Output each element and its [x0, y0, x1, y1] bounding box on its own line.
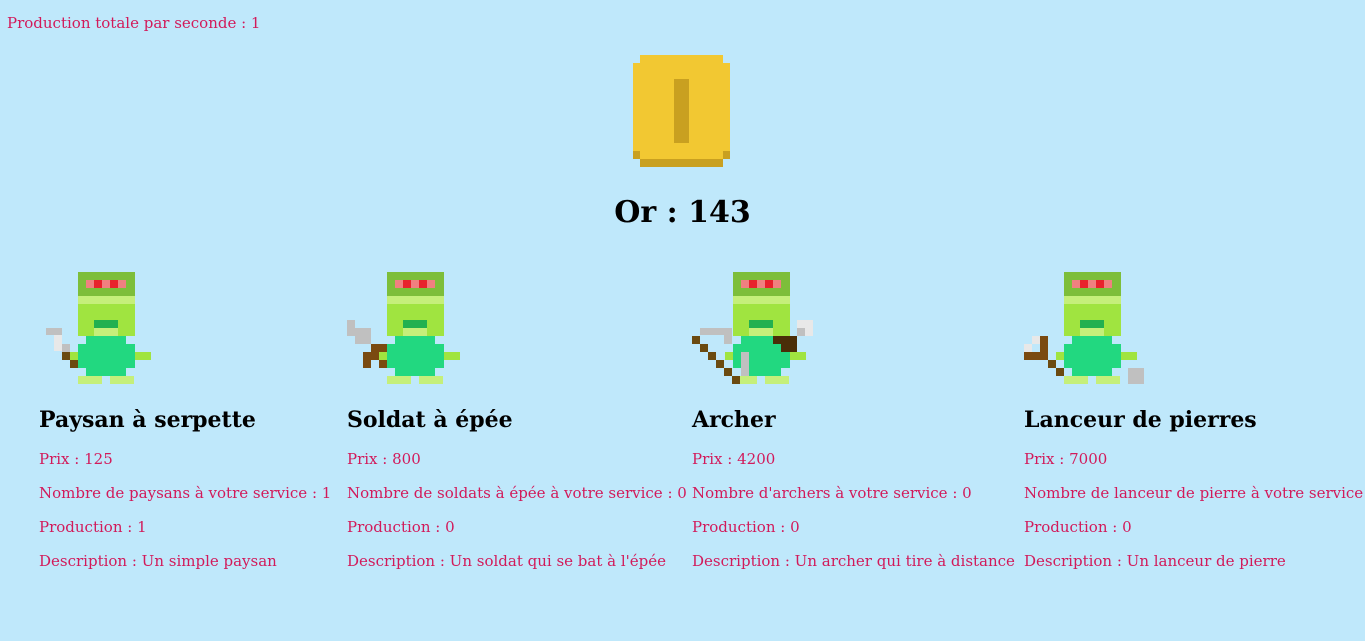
unit-price: Prix : 800: [347, 450, 421, 468]
archer-sprite-button[interactable]: [692, 265, 842, 390]
unit-count: Nombre de lanceur de pierre à votre serv…: [1024, 484, 1365, 502]
unit-production: Production : 1: [39, 518, 147, 536]
unit-card-paysan: Paysan à serpette Prix : 125 Nombre de p…: [39, 265, 369, 578]
unit-card-soldat: Soldat à épée Prix : 800 Nombre de solda…: [347, 265, 687, 578]
unit-count: Nombre de soldats à épée à votre service…: [347, 484, 687, 502]
unit-title: Archer: [692, 407, 776, 433]
soldier-icon: [347, 272, 460, 384]
production-total-text: Production totale par seconde : 1: [7, 14, 261, 32]
gold-coin-button[interactable]: [633, 55, 730, 167]
unit-title: Soldat à épée: [347, 407, 513, 433]
soldier-sprite-button[interactable]: [347, 265, 497, 390]
unit-card-archer: Archer Prix : 4200 Nombre d'archers à vo…: [692, 265, 1022, 578]
unit-production: Production : 0: [692, 518, 800, 536]
unit-description: Description : Un archer qui tire à dista…: [692, 552, 1015, 570]
unit-card-lanceur: Lanceur de pierres Prix : 7000 Nombre de…: [1024, 265, 1365, 578]
slinger-sprite-button[interactable]: [1024, 265, 1174, 390]
unit-description: Description : Un lanceur de pierre: [1024, 552, 1286, 570]
coin-icon: [633, 55, 730, 167]
unit-count: Nombre d'archers à votre service : 0: [692, 484, 972, 502]
unit-price: Prix : 4200: [692, 450, 776, 468]
unit-production: Production : 0: [1024, 518, 1132, 536]
peasant-icon: [46, 272, 151, 384]
archer-icon: [692, 272, 813, 384]
slinger-icon: [1024, 272, 1144, 384]
unit-price: Prix : 125: [39, 450, 113, 468]
peasant-sprite-button[interactable]: [46, 265, 196, 390]
unit-title: Lanceur de pierres: [1024, 407, 1257, 433]
unit-count: Nombre de paysans à votre service : 1: [39, 484, 332, 502]
unit-title: Paysan à serpette: [39, 407, 256, 433]
unit-description: Description : Un soldat qui se bat à l'é…: [347, 552, 666, 570]
unit-production: Production : 0: [347, 518, 455, 536]
unit-price: Prix : 7000: [1024, 450, 1108, 468]
gold-counter: Or : 143: [614, 195, 751, 230]
unit-description: Description : Un simple paysan: [39, 552, 277, 570]
